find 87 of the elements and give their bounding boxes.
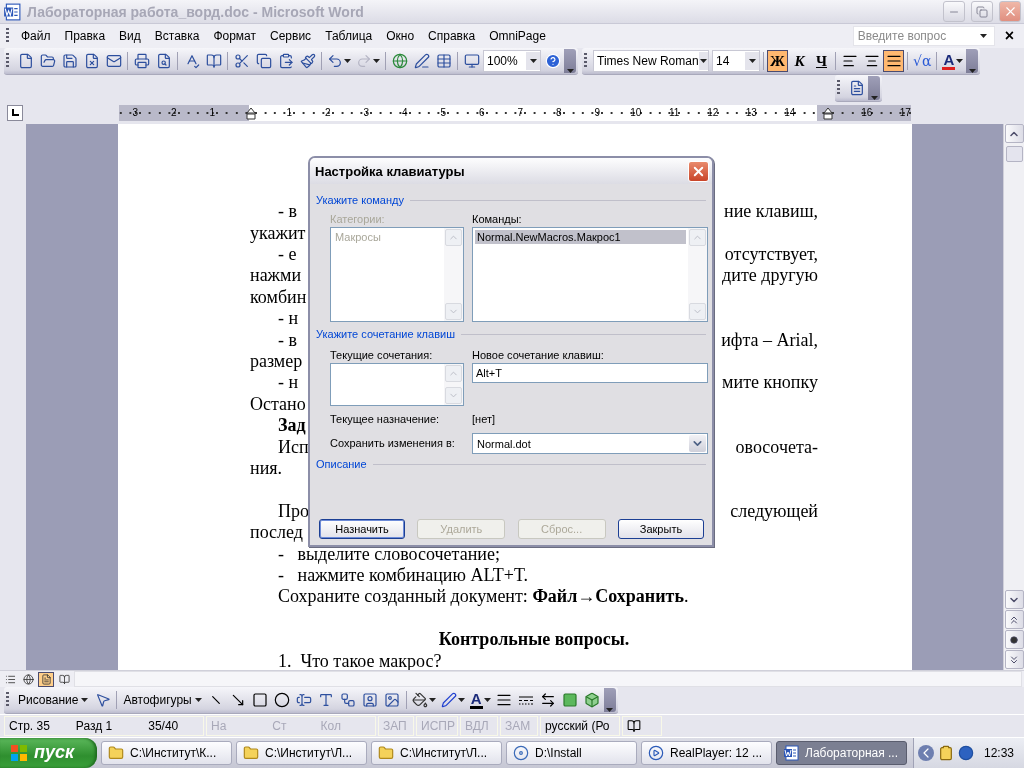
- document-text: ния.: [250, 460, 283, 477]
- document-text: ние клавиш,: [724, 203, 818, 221]
- group-title: Укажите команду: [316, 194, 404, 206]
- document-text: Зад: [277, 417, 306, 435]
- document-text: - н: [277, 374, 299, 392]
- document-text: мите кнопку: [722, 374, 818, 392]
- command-list[interactable]: Normal.NewMacros.Макрос1: [472, 227, 708, 322]
- text-style-button[interactable]: К: [789, 50, 810, 73]
- document-text: размер: [250, 353, 303, 371]
- document-text: Про: [277, 502, 309, 520]
- document-text: следующей: [730, 502, 818, 520]
- list-item[interactable]: Normal.NewMacros.Макрос1: [475, 230, 686, 244]
- taskbar-button[interactable]: C:\Институт\К...: [101, 741, 232, 765]
- menu-item[interactable]: Вид: [112, 27, 148, 46]
- zoom-field[interactable]: 100%: [483, 50, 541, 73]
- status-text: На: [211, 719, 227, 734]
- status-text: ЗАП: [383, 719, 407, 734]
- menu-item[interactable]: Окно: [379, 27, 422, 46]
- group-title: Описание: [316, 458, 367, 470]
- menu-item[interactable]: Вставка: [147, 27, 207, 46]
- taskbar-button[interactable]: RealPlayer: 12 ...: [641, 741, 772, 765]
- menu-item[interactable]: Таблица: [318, 27, 380, 46]
- shortcut-input[interactable]: Alt+T: [472, 363, 708, 383]
- field-label: Команды:: [472, 212, 523, 227]
- status-text: Разд 1: [75, 719, 113, 734]
- document-text: Исп: [277, 438, 309, 456]
- status-text: Кол: [320, 719, 341, 734]
- status-text: Ст: [272, 719, 287, 734]
- document-text: отсутствует,: [724, 246, 818, 264]
- document-text: Сохраните созданный документ: Файл→Сохранить.: [277, 588, 689, 606]
- field-label: Текущее назначение:: [330, 412, 441, 427]
- document-text: укажит: [250, 224, 306, 242]
- menu-item[interactable]: Сервис: [263, 27, 319, 46]
- font-field[interactable]: Times New Roman: [593, 50, 709, 73]
- assignment-value: [нет]: [472, 412, 496, 427]
- window-title: Лабораторная работа_ворд.doc - Microsoft Word: [27, 3, 365, 20]
- document-text: - выделите словосочетание;: [277, 545, 500, 563]
- text-style-button[interactable]: Ж: [767, 50, 788, 73]
- status-text: русский (Ро: [545, 719, 610, 734]
- equation-button[interactable]: √α: [911, 50, 934, 73]
- field-label: Новое сочетание клавиш:: [472, 348, 605, 363]
- taskbar-button[interactable]: C:\Институт\Л...: [371, 741, 502, 765]
- font-size-field[interactable]: 14: [712, 50, 760, 73]
- status-text: 35/40: [148, 719, 179, 734]
- menu-item[interactable]: Справка: [421, 27, 483, 46]
- status-text: ИСПР: [421, 719, 455, 734]
- document-text: Контрольные вопросы.: [438, 631, 630, 649]
- document-text: - нажмите комбинацию ALT+T.: [277, 566, 529, 584]
- menu-item[interactable]: OmniPage: [482, 27, 553, 46]
- field-label: Категории:: [330, 212, 386, 227]
- text-style-button[interactable]: Ч: [811, 50, 832, 73]
- taskbar-button[interactable]: C:\Институт\Л...: [236, 741, 367, 765]
- font-color-button[interactable]: A: [940, 50, 966, 73]
- dialog-button[interactable]: Закрыть: [618, 519, 704, 539]
- document-text: послед: [250, 524, 303, 542]
- dialog-button[interactable]: Назначить: [319, 519, 405, 539]
- status-text: Стр. 35: [9, 719, 50, 734]
- document-text: комбин: [250, 288, 307, 306]
- taskbar-button[interactable]: Лабораторная ...: [776, 741, 907, 765]
- document-text: - н: [277, 310, 299, 328]
- close-help-button[interactable]: ×: [998, 27, 1020, 46]
- save-in-select[interactable]: Normal.dot: [472, 433, 708, 454]
- autoshapes-button[interactable]: Автофигуры: [120, 689, 205, 712]
- dialog-title: Настройка клавиатуры: [315, 163, 465, 179]
- draw-menu-button[interactable]: Рисование: [15, 689, 92, 712]
- clock: 12:33: [983, 746, 1014, 760]
- start-button[interactable]: пуск: [0, 738, 97, 768]
- menu-item[interactable]: Формат: [206, 27, 264, 46]
- document-text: 1. Что такое макрос?: [277, 652, 442, 670]
- field-label: Текущие сочетания:: [330, 348, 434, 363]
- document-text: - е: [277, 246, 297, 264]
- menu-item[interactable]: Правка: [57, 27, 113, 46]
- font-color-button[interactable]: A: [467, 689, 493, 712]
- group-title: Укажите сочетание клавиш: [316, 328, 455, 340]
- document-text: ифта – Arial,: [721, 331, 818, 349]
- document-text: - в: [277, 331, 297, 349]
- help-search-field[interactable]: Введите вопрос: [852, 26, 995, 47]
- document-text: дите другую: [722, 267, 818, 285]
- document-text: овосочета-: [735, 438, 818, 456]
- status-text: ВДЛ: [465, 719, 489, 734]
- document-text: - в: [277, 203, 297, 221]
- taskbar-button[interactable]: D:\Install: [506, 741, 637, 765]
- document-text: Остано: [250, 395, 306, 413]
- field-label: Сохранить изменения в:: [330, 436, 456, 451]
- menu-item[interactable]: Файл: [14, 27, 58, 46]
- status-text: ЗАМ: [505, 719, 531, 734]
- document-text: нажми: [250, 267, 302, 285]
